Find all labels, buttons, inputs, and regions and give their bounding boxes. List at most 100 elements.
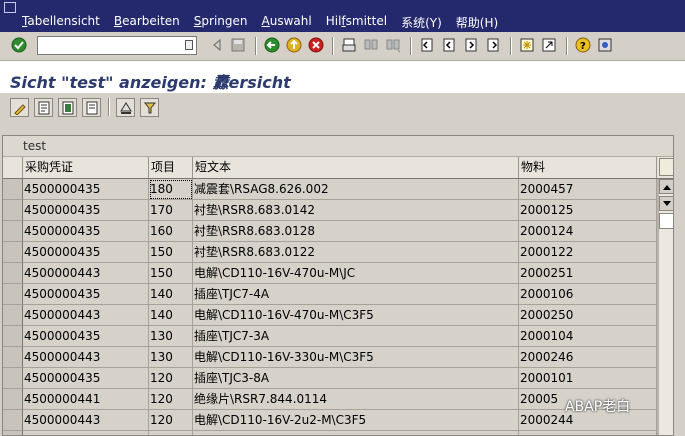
command-input[interactable] xyxy=(40,38,184,55)
vertical-scrollbar[interactable] xyxy=(659,179,673,435)
table-cell[interactable]: 4500000435 xyxy=(23,221,149,242)
column-header-1[interactable]: 项目 xyxy=(149,157,193,178)
table-cell[interactable]: 120 xyxy=(149,389,193,410)
table-cell[interactable]: 衬垫\RSR8.683.0122 xyxy=(193,242,519,263)
table-cell[interactable]: 2000124 xyxy=(519,221,657,242)
table-cell[interactable]: 衬垫\RSR8.683.0128 xyxy=(193,221,519,242)
row-selector[interactable] xyxy=(3,284,23,305)
menu-item-2[interactable]: Springen xyxy=(194,14,248,31)
back-green-icon[interactable] xyxy=(263,36,281,54)
table-cell[interactable]: 4500000435 xyxy=(23,368,149,389)
table-cell[interactable]: 180 xyxy=(149,179,193,200)
table-cell[interactable]: 4500000435 xyxy=(23,326,149,347)
table-cell[interactable] xyxy=(519,431,657,435)
table-cell[interactable]: 140 xyxy=(149,284,193,305)
print-icon[interactable] xyxy=(340,36,358,54)
find-icon[interactable] xyxy=(362,36,380,54)
customize-icon[interactable] xyxy=(596,36,614,54)
row-selector[interactable] xyxy=(3,410,23,431)
command-history-icon[interactable] xyxy=(185,40,193,50)
row-selector[interactable] xyxy=(3,389,23,410)
row-selector[interactable] xyxy=(3,326,23,347)
cancel-icon[interactable] xyxy=(307,36,325,54)
table-cell[interactable]: 电解\CD110-16V-330u-M\C3F5 xyxy=(193,347,519,368)
deselect-all-icon[interactable] xyxy=(82,98,101,117)
table-cell[interactable]: 2000246 xyxy=(519,347,657,368)
filter-icon[interactable] xyxy=(140,98,159,117)
table-cell[interactable]: 4500000443 xyxy=(23,263,149,284)
table-cell[interactable]: 减震套\RSAG8.626.002 xyxy=(193,179,519,200)
select-all-cell[interactable] xyxy=(3,157,23,178)
table-cell[interactable]: 4500000443 xyxy=(23,305,149,326)
table-cell[interactable]: 绝缘片\RSR7.844.0114 xyxy=(193,389,519,410)
table-cell[interactable]: 4500000443 xyxy=(23,410,149,431)
table-cell[interactable]: 2000250 xyxy=(519,305,657,326)
scroll-down-icon[interactable] xyxy=(659,196,673,211)
table-cell[interactable]: 衬垫\RSR8.683.0142 xyxy=(193,200,519,221)
menu-item-1[interactable]: Bearbeiten xyxy=(114,14,180,31)
table-cell[interactable]: 150 xyxy=(149,263,193,284)
row-selector[interactable] xyxy=(3,242,23,263)
next-page-icon[interactable] xyxy=(462,36,480,54)
row-selector[interactable] xyxy=(3,368,23,389)
table-cell[interactable]: 120 xyxy=(149,410,193,431)
table-cell[interactable]: 4500000435 xyxy=(23,284,149,305)
command-field[interactable] xyxy=(37,36,197,55)
table-cell[interactable]: 2000104 xyxy=(519,326,657,347)
table-cell[interactable]: 140 xyxy=(149,305,193,326)
table-cell[interactable]: 2000125 xyxy=(519,200,657,221)
table-cell[interactable]: 4500000441 xyxy=(23,389,149,410)
menu-item-3[interactable]: Auswahl xyxy=(262,14,312,31)
table-cell[interactable]: 4500000443 xyxy=(23,347,149,368)
table-cell[interactable]: 130 xyxy=(149,326,193,347)
table-cell[interactable]: 插座\TJC3-8A xyxy=(193,368,519,389)
first-page-icon[interactable] xyxy=(418,36,436,54)
back-arrow-icon[interactable] xyxy=(208,36,226,54)
row-selector[interactable] xyxy=(3,305,23,326)
table-cell[interactable]: 电解\CD110-16V-470u-M\JC xyxy=(193,263,519,284)
row-selector[interactable] xyxy=(3,263,23,284)
table-cell[interactable]: 电解\CD110-16V-2u2-M\C3F5 xyxy=(193,410,519,431)
shortcut-icon[interactable] xyxy=(540,36,558,54)
table-cell[interactable]: 160 xyxy=(149,221,193,242)
display-change-icon[interactable] xyxy=(10,98,29,117)
table-cell[interactable]: 4500000435 xyxy=(23,179,149,200)
column-header-3[interactable]: 物料 xyxy=(519,157,657,178)
scroll-up-icon[interactable] xyxy=(659,179,673,194)
menu-item-4[interactable]: Hilfsmittel xyxy=(326,14,387,31)
table-cell[interactable]: 4500000435 xyxy=(23,200,149,221)
table-cell[interactable]: 130 xyxy=(149,347,193,368)
table-cell[interactable]: 插座\TJC7-3A xyxy=(193,326,519,347)
table-cell[interactable]: 2000101 xyxy=(519,368,657,389)
table-cell[interactable]: 4500000435 xyxy=(23,242,149,263)
table-cell[interactable]: 110 xyxy=(149,431,193,435)
column-header-2[interactable]: 短文本 xyxy=(193,157,519,178)
row-selector[interactable] xyxy=(3,347,23,368)
column-layout-icon[interactable] xyxy=(659,158,673,176)
row-selector[interactable] xyxy=(3,431,23,435)
table-cell[interactable] xyxy=(193,431,519,435)
table-cell[interactable]: 2000122 xyxy=(519,242,657,263)
find-next-icon[interactable] xyxy=(384,36,402,54)
exit-icon[interactable] xyxy=(285,36,303,54)
row-selector[interactable] xyxy=(3,200,23,221)
table-cell[interactable]: 插座\TJC7-4A xyxy=(193,284,519,305)
scroll-thumb[interactable] xyxy=(659,213,673,229)
help-icon[interactable]: ? xyxy=(574,36,592,54)
table-cell[interactable]: 150 xyxy=(149,242,193,263)
system-menu-icon[interactable] xyxy=(4,2,16,13)
menu-item-5[interactable]: 系统(Y) xyxy=(401,14,442,31)
table-cell[interactable]: 170 xyxy=(149,200,193,221)
table-cell[interactable]: 电解\CD110-16V-470u-M\C3F5 xyxy=(193,305,519,326)
menu-item-0[interactable]: Tabellensicht xyxy=(22,14,100,31)
table-cell[interactable]: 2000106 xyxy=(519,284,657,305)
details-icon[interactable] xyxy=(34,98,53,117)
column-header-0[interactable]: 采购凭证 xyxy=(23,157,149,178)
select-all-icon[interactable] xyxy=(58,98,77,117)
prev-page-icon[interactable] xyxy=(440,36,458,54)
enter-icon[interactable] xyxy=(10,36,28,54)
save-icon[interactable] xyxy=(229,36,247,54)
table-cell[interactable]: 4500000435 xyxy=(23,431,149,435)
menu-item-6[interactable]: 帮助(H) xyxy=(456,14,498,31)
table-cell[interactable]: 2000251 xyxy=(519,263,657,284)
